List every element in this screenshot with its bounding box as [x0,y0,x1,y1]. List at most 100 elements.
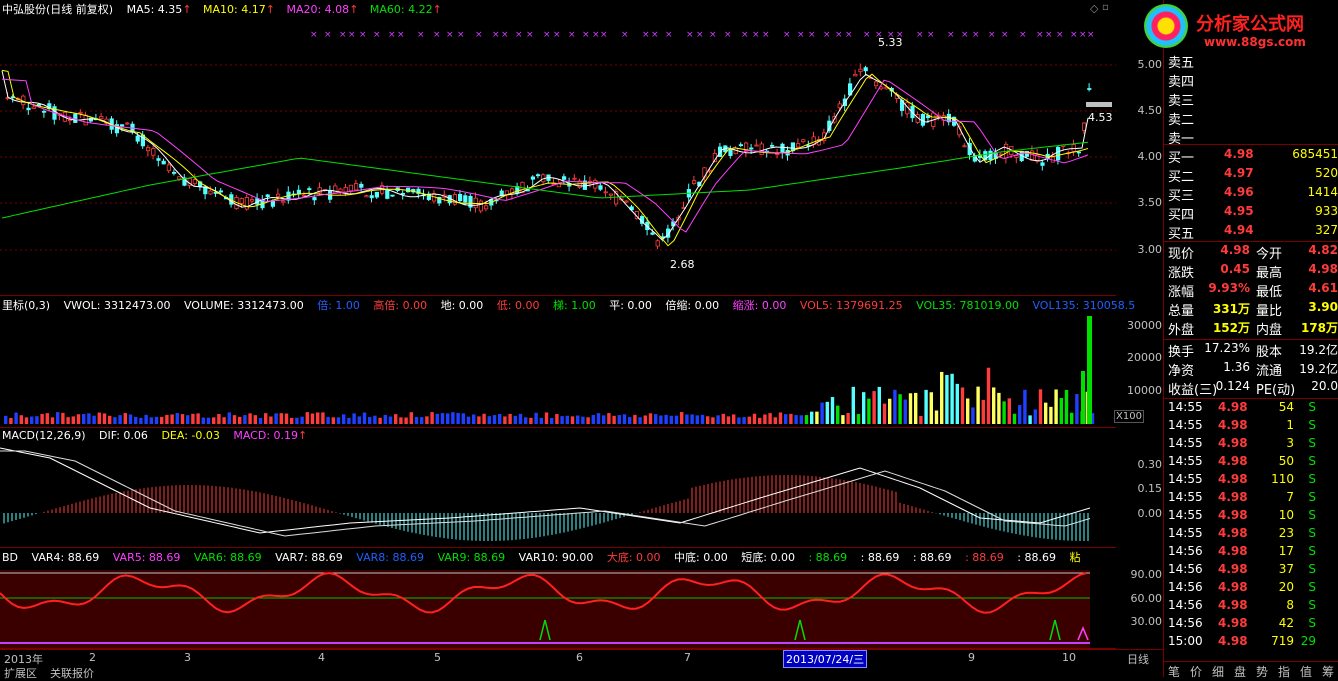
macd-tick-030: 0.30 [1137,458,1163,471]
tab-zhi[interactable]: 指 [1278,663,1290,680]
tick-row[interactable]: 14:55 4.98 54 S [1168,400,1338,418]
tick-price: 4.98 [1218,454,1248,468]
volume-bar [633,414,637,424]
volume-panel[interactable]: 里标(0,3) VWOL: 3312473.00 VOLUME: 3312473… [0,296,1144,428]
volume-bar [737,417,741,424]
volume-chart[interactable] [0,296,1116,427]
bid-row[interactable]: 买二 4.97 520 [1168,166,1338,185]
stat-value: 152万 [1212,321,1250,335]
candle-body [863,67,868,72]
ask-row[interactable]: 卖五 [1168,52,1194,71]
tick-row[interactable]: 14:56 4.98 37 S [1168,562,1338,580]
tick-row[interactable]: 14:55 4.98 3 S [1168,436,1338,454]
volume-bar [570,416,575,424]
tab-xi[interactable]: 细 [1212,663,1224,680]
tick-row[interactable]: 14:55 4.98 10 S [1168,508,1338,526]
price-panel[interactable]: × × × × × × × × × × × × × × × × × × × × × × × × × × × × × × × × × × × × × × × ×… [0,0,1116,296]
purple-marker: × [835,30,843,40]
tick-row[interactable]: 14:56 4.98 17 S [1168,544,1338,562]
tick-row[interactable]: 14:56 4.98 42 S [1168,616,1338,634]
tab-jia[interactable]: 价 [1190,663,1202,680]
macd-panel[interactable]: MACD(12,26,9) DIF: 0.06 DEA: -0.03 MACD:… [0,428,1116,548]
volume-bar [1059,398,1063,424]
tick-price: 4.98 [1218,616,1248,630]
tab-shi[interactable]: 势 [1256,663,1268,680]
tick-row[interactable]: 14:56 4.98 8 S [1168,598,1338,616]
logo-flower-icon [1144,4,1188,48]
tab-related-quote[interactable]: 关联报价 [50,665,94,681]
tick-price: 4.98 [1218,400,1248,414]
ask-row[interactable]: 卖三 [1168,90,1194,109]
tick-price: 4.98 [1218,436,1248,450]
volume-bar [654,414,658,424]
volume-bar [804,415,809,424]
tick-volume: 42 [1278,616,1294,630]
candle-body [348,184,354,192]
tick-row[interactable]: 14:55 4.98 7 S [1168,490,1338,508]
tick-row[interactable]: 14:55 4.98 110 S [1168,472,1338,490]
close-icon[interactable]: ▫ [1102,2,1109,13]
tick-row[interactable]: 14:55 4.98 23 S [1168,526,1338,544]
tab-zhi2[interactable]: 值 [1300,663,1312,680]
volume-bar [482,413,486,424]
tick-row[interactable]: 14:56 4.98 20 S [1168,580,1338,598]
purple-marker: × [1079,30,1087,40]
tab-chou[interactable]: 筹 [1322,663,1334,680]
volume-bar [846,413,850,424]
volume-bar [1049,406,1053,424]
bid-row[interactable]: 买一 4.98 685451 [1168,147,1338,166]
suozhang-value: 缩涨: 0.00 [732,299,787,312]
volume-bar [243,415,247,424]
purple-marker: × [324,30,332,40]
volume-bar [326,416,330,424]
bid-volume: 1414 [1307,185,1338,199]
price-chart[interactable]: × × × × × × × × × × × × × × × × × × × × × × × × × × × × × × × × × × × × × × × ×… [0,0,1116,295]
diamond-icon[interactable]: ◇ [1090,2,1098,15]
volume-bar [414,416,419,424]
volume-bar [612,415,616,424]
volume-bar [882,403,887,424]
bd-panel[interactable]: BD VAR4: 88.69 VAR5: 88.69 VAR6: 88.69 V… [0,548,1116,649]
tick-time: 14:55 [1168,454,1203,468]
tick-side: S [1308,544,1316,558]
volume-bar [924,389,928,424]
time-cursor[interactable]: 2013/07/24/三 [783,650,868,668]
low-value: 低: 0.00 [496,299,540,312]
period-label[interactable]: 日线 [1127,651,1149,667]
candle-body [608,193,614,196]
bid-row[interactable]: 买四 4.95 933 [1168,204,1338,223]
bid-row[interactable]: 买五 4.94 327 [1168,223,1338,242]
candle-body [478,200,484,212]
volume-bar [128,414,133,424]
tick-row[interactable]: 15:00 4.98 719 29 [1168,634,1338,652]
stat-row: 现价 4.98 今开 4.82 [1168,243,1338,262]
candle-body [307,188,312,190]
bid-row[interactable]: 买三 4.96 1414 [1168,185,1338,204]
volume-bar [830,397,835,424]
macd-value: MACD: 0.19 [233,429,299,442]
candle-body [301,194,307,197]
tick-row[interactable]: 14:55 4.98 1 S [1168,418,1338,436]
purple-marker: × [339,30,347,40]
volume-bar [841,415,845,424]
candle-body [463,195,468,203]
candle-body [161,160,166,165]
tab-extension[interactable]: 扩展区 [4,665,37,681]
macd-title: MACD(12,26,9) [2,429,86,442]
bid-volume: 685451 [1292,147,1338,161]
ask-row[interactable]: 卖二 [1168,109,1194,128]
volume-bar [154,416,159,424]
ask-row[interactable]: 卖四 [1168,71,1194,90]
logo-text: 分析家公式网 [1196,14,1304,35]
tab-pan[interactable]: 盘 [1234,663,1246,680]
volume-bar [695,415,699,424]
tab-bi[interactable]: 笔 [1168,663,1180,680]
tick-row[interactable]: 14:55 4.98 50 S [1168,454,1338,472]
volume-bar [253,415,257,424]
volume-bar [1002,401,1006,424]
volume-bar [61,412,65,424]
candle-body [312,197,317,201]
macd-chart[interactable] [0,428,1116,547]
purple-marker: × [752,30,760,40]
candle-body [177,176,182,180]
